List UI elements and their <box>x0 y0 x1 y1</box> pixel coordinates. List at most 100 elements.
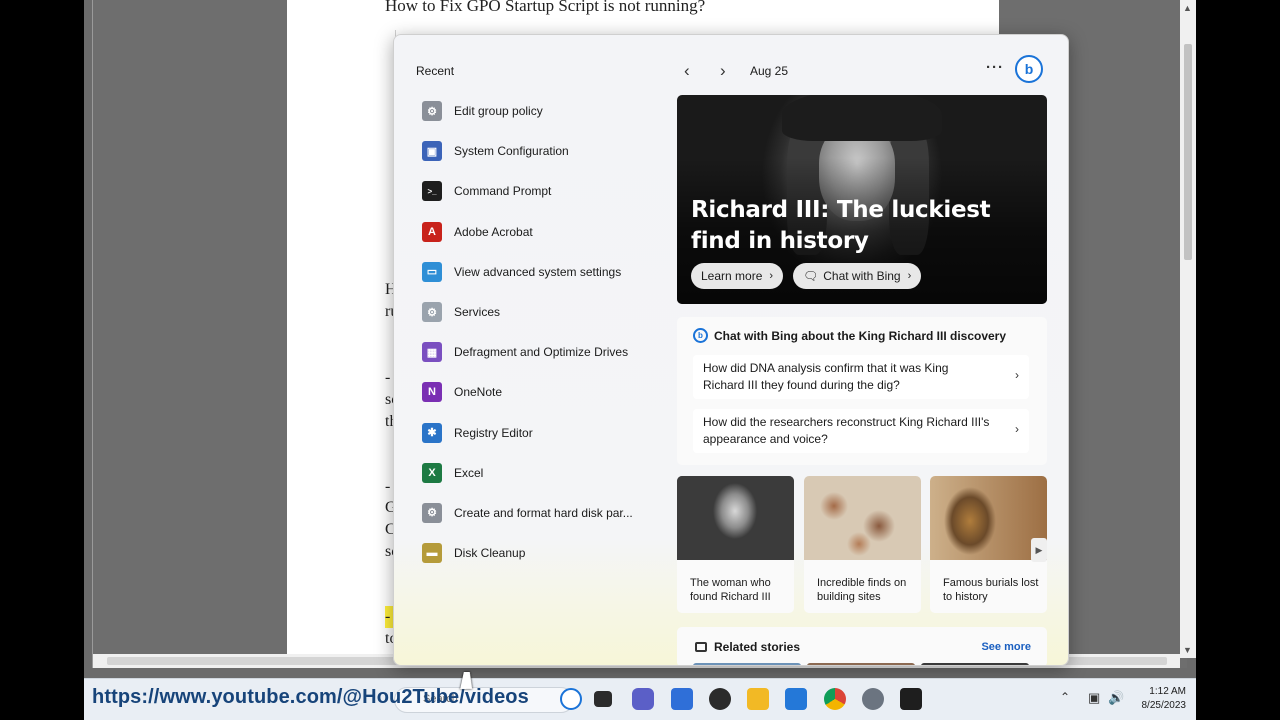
volume-icon[interactable]: 🔊 <box>1108 690 1124 706</box>
command-prompt-icon: >_ <box>422 181 442 202</box>
terminal-icon[interactable] <box>900 688 922 710</box>
registry-icon: ✱ <box>422 422 442 443</box>
bing-icon[interactable] <box>560 688 582 710</box>
excel-icon: X <box>422 462 442 483</box>
recent-item-services[interactable]: ⚙ Services <box>422 292 662 332</box>
scrollbar-thumb[interactable] <box>1184 44 1192 260</box>
acrobat-icon: A <box>422 221 442 242</box>
screen: How to Fix GPO Startup Script is not run… <box>0 0 1280 720</box>
story-caption: The woman who found Richard III <box>690 577 771 603</box>
recent-item-label: Registry Editor <box>454 425 533 440</box>
document-title: How to Fix GPO Startup Script is not run… <box>385 0 706 15</box>
related-stories-title: Related stories <box>714 640 801 654</box>
story-image <box>804 476 921 560</box>
recent-item-label: Edit group policy <box>454 104 543 119</box>
recent-item-label: Defragment and Optimize Drives <box>454 345 629 360</box>
clock[interactable]: 1:12 AM 8/25/2023 <box>1134 685 1187 713</box>
recent-item-view-advanced-system-settings[interactable]: ▭ View advanced system settings <box>422 252 662 292</box>
recent-item-label: Disk Cleanup <box>454 546 526 561</box>
related-stories-heading: Related stories <box>695 640 800 654</box>
vertical-scrollbar[interactable]: ▲ ▼ <box>1180 0 1196 658</box>
group-policy-icon: ⚙ <box>422 101 442 122</box>
chevron-right-icon: › <box>1015 422 1019 436</box>
store-icon[interactable] <box>671 688 693 710</box>
chat-card-heading-text: Chat with Bing about the King Richard II… <box>714 328 1007 343</box>
disk-cleanup-icon: ▬ <box>422 543 442 564</box>
onenote-icon: N <box>422 382 442 403</box>
scroll-down-icon[interactable]: ▼ <box>1183 645 1192 655</box>
taskbar: Search https://www.youtube.com/@Hou2Tube… <box>84 678 1196 720</box>
suggested-question[interactable]: How did the researchers reconstruct King… <box>693 409 1029 453</box>
blue-app-icon[interactable] <box>785 688 807 710</box>
recent-item-adobe-acrobat[interactable]: A Adobe Acrobat <box>422 212 662 252</box>
video-url-overlay: https://www.youtube.com/@Hou2Tube/videos <box>92 686 529 708</box>
story-card[interactable]: The woman who found Richard III <box>677 476 794 613</box>
recent-item-label: View advanced system settings <box>454 264 622 279</box>
recent-item-disk-management[interactable]: ⚙ Create and format hard disk par... <box>422 493 662 533</box>
widgets-panel: Recent ⚙ Edit group policy ▣ System Conf… <box>393 34 1069 666</box>
chat-teams-icon[interactable] <box>632 688 654 710</box>
recent-item-registry-editor[interactable]: ✱ Registry Editor <box>422 413 662 453</box>
recent-item-command-prompt[interactable]: >_ Command Prompt <box>422 171 662 211</box>
recent-item-edit-group-policy[interactable]: ⚙ Edit group policy <box>422 91 662 131</box>
file-explorer-icon[interactable] <box>747 688 769 710</box>
question-text: How did the researchers reconstruct King… <box>703 415 990 446</box>
chevron-left-icon[interactable]: ‹ <box>684 61 690 81</box>
story-caption: Incredible finds on building sites <box>817 577 907 603</box>
see-more-link[interactable]: See more <box>981 641 1031 653</box>
task-view-icon[interactable] <box>594 691 612 707</box>
chat-with-bing-button[interactable]: 🗨 Chat with Bing › <box>793 263 922 289</box>
bing-icon: b <box>693 328 708 343</box>
recent-item-label: Create and format hard disk par... <box>454 505 633 520</box>
recent-item-defragment[interactable]: ▦ Defragment and Optimize Drives <box>422 332 662 372</box>
recent-item-label: Services <box>454 305 501 320</box>
recent-heading: Recent <box>416 64 455 78</box>
scroll-up-icon[interactable]: ▲ <box>1183 3 1192 13</box>
recent-list: ⚙ Edit group policy ▣ System Configurati… <box>422 91 662 573</box>
media-player-icon[interactable] <box>709 688 731 710</box>
chevron-right-icon[interactable]: › <box>720 61 726 81</box>
recent-item-onenote[interactable]: N OneNote <box>422 372 662 412</box>
bing-icon[interactable]: b <box>1015 55 1043 83</box>
chevron-right-icon: › <box>769 270 774 282</box>
show-hidden-icons-icon[interactable]: ⌃ <box>1060 690 1070 704</box>
hero-card[interactable]: Richard III: The luckiest find in histor… <box>677 95 1047 304</box>
chevron-right-icon: › <box>907 270 912 282</box>
date-label: Aug 25 <box>750 64 789 78</box>
chat-with-bing-label: Chat with Bing <box>823 269 901 283</box>
recent-item-label: Command Prompt <box>454 184 552 199</box>
recent-item-label: Adobe Acrobat <box>454 224 533 239</box>
question-text: How did DNA analysis confirm that it was… <box>703 361 949 392</box>
recent-item-system-configuration[interactable]: ▣ System Configuration <box>422 131 662 171</box>
chat-with-bing-card: b Chat with Bing about the King Richard … <box>677 317 1047 465</box>
related-story-thumbnail[interactable] <box>807 663 915 665</box>
disk-management-icon: ⚙ <box>422 502 442 523</box>
hero-title[interactable]: Richard III: The luckiest find in histor… <box>691 195 1021 257</box>
story-image <box>677 476 794 560</box>
related-story-thumbnail[interactable] <box>693 663 801 665</box>
more-options-icon[interactable]: ··· <box>986 59 1004 76</box>
learn-more-label: Learn more <box>701 269 763 283</box>
network-icon[interactable]: ▣ <box>1088 690 1100 706</box>
chat-card-heading: b Chat with Bing about the King Richard … <box>693 328 1006 343</box>
recent-item-excel[interactable]: X Excel <box>422 453 662 493</box>
recent-item-label: OneNote <box>454 385 503 400</box>
news-icon <box>695 642 707 652</box>
monitor-icon: ▭ <box>422 261 442 282</box>
chevron-right-icon: › <box>1015 368 1019 382</box>
story-card[interactable]: Famous burials lost to history <box>930 476 1047 613</box>
chrome-icon[interactable] <box>824 688 846 710</box>
defrag-icon: ▦ <box>422 342 442 363</box>
related-stories-card: Related stories See more <box>677 627 1047 665</box>
related-story-thumbnail[interactable] <box>921 663 1029 665</box>
story-card[interactable]: Incredible finds on building sites <box>804 476 921 613</box>
suggested-question[interactable]: How did DNA analysis confirm that it was… <box>693 355 1029 399</box>
chat-bubble-icon: 🗨 <box>803 269 819 283</box>
settings-icon[interactable] <box>862 688 884 710</box>
clock-time: 1:12 AM <box>1149 686 1186 697</box>
learn-more-button[interactable]: Learn more › <box>691 263 784 289</box>
recent-item-label: Excel <box>454 465 484 480</box>
carousel-next-icon[interactable]: ▶ <box>1031 538 1047 562</box>
recent-item-label: System Configuration <box>454 144 569 159</box>
recent-item-disk-cleanup[interactable]: ▬ Disk Cleanup <box>422 533 662 573</box>
